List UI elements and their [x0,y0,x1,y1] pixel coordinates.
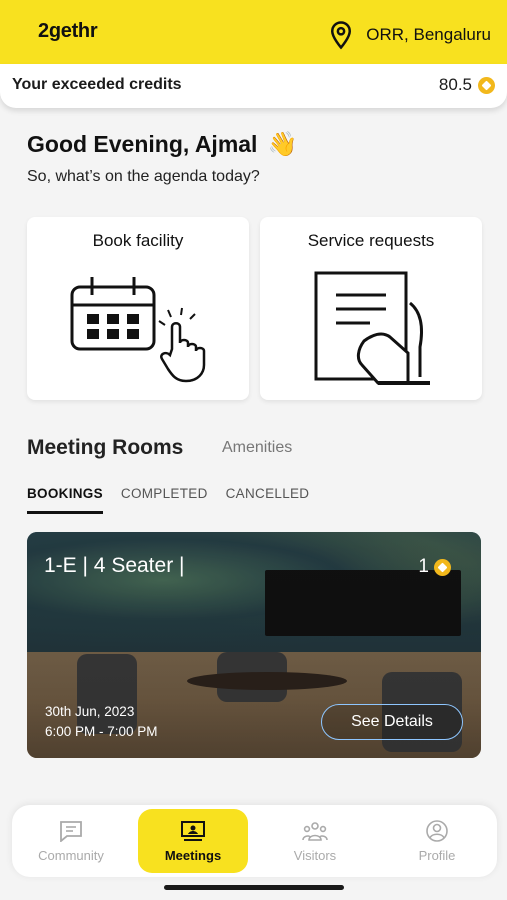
people-icon [302,821,328,841]
credits-amount: 80.5 [438,75,472,94]
calendar-tap-icon [70,277,206,383]
nav-label: Community [38,847,104,863]
credits-banner: Your exceeded credits 80.5 [0,64,507,108]
credits-label: Your exceeded credits [12,76,182,93]
booking-date: 30th Jun, 2023 [45,704,135,719]
amenities-link[interactable]: Amenities [222,439,292,457]
see-details-button[interactable]: See Details [321,704,463,740]
meeting-rooms-title: Meeting Rooms [27,436,184,459]
book-facility-card[interactable]: Book facility [27,217,249,400]
booking-time: 6:00 PM - 7:00 PM [45,724,158,739]
room-name: 1-E | 4 Seater | [44,554,185,577]
tab-cancelled[interactable]: CANCELLED [226,486,310,514]
credits-value: 80.5 [439,75,495,95]
room-credits-value: 1 [418,556,429,577]
credit-coin-icon [478,76,495,94]
tab-bookings[interactable]: BOOKINGS [27,486,103,514]
nav-visitors[interactable]: Visitors [260,805,370,877]
nav-label: Meetings [164,847,222,863]
top-bar: 2gethr ORR, Bengaluru [0,0,507,66]
location-selector[interactable]: ORR, Bengaluru [326,20,491,50]
greeting-text: Good Evening, Ajmal [27,131,258,157]
nav-label: Profile [418,847,456,863]
nav-label: Visitors [293,847,337,863]
nav-community[interactable]: Community [16,805,126,877]
bottom-navigation: Community Meetings Visitors Profile [12,805,497,877]
meeting-screen-icon [181,820,205,841]
service-requests-card[interactable]: Service requests [260,217,482,400]
app-logo: 2gethr [38,20,98,42]
chat-icon [60,820,82,842]
room-credits: 1 [418,556,451,578]
document-hand-icon [314,271,430,385]
wave-emoji-icon: 👋 [267,131,298,158]
service-requests-label: Service requests [307,231,435,250]
nav-profile[interactable]: Profile [382,805,492,877]
greeting-title: Good Evening, Ajmal 👋 [27,130,297,159]
booking-card[interactable]: 1-E | 4 Seater | 1 30th Jun, 2023 6:00 P… [27,532,481,758]
profile-icon [426,819,448,842]
tab-completed[interactable]: COMPLETED [121,486,208,514]
greeting-subtitle: So, what’s on the agenda today? [27,168,260,185]
nav-meetings[interactable]: Meetings [138,809,248,873]
credit-coin-icon [434,558,451,576]
home-indicator [164,885,344,890]
booking-tabs: BOOKINGS COMPLETED CANCELLED [27,486,309,514]
location-text: ORR, Bengaluru [366,25,491,44]
book-facility-label: Book facility [92,231,184,250]
location-pin-icon [331,21,352,50]
